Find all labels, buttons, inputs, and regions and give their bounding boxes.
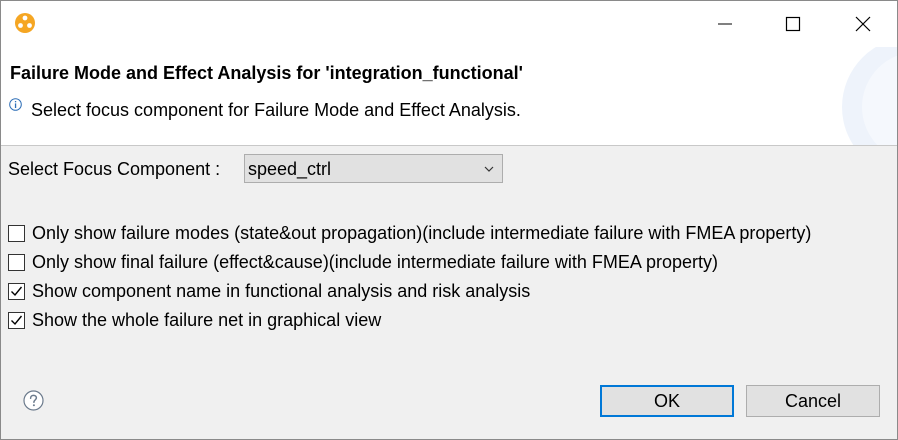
title-bar: [1, 1, 897, 47]
maximize-button[interactable]: [759, 1, 827, 47]
option-whole-failure-net[interactable]: Show the whole failure net in graphical …: [8, 309, 381, 331]
option-failure-modes[interactable]: Only show failure modes (state&out propa…: [8, 222, 811, 244]
header-decoration: [842, 47, 897, 145]
option-component-name-label: Show component name in functional analys…: [32, 280, 531, 301]
minimize-button[interactable]: [691, 1, 759, 47]
close-icon: [855, 16, 871, 32]
option-component-name[interactable]: Show component name in functional analys…: [8, 280, 530, 302]
close-button[interactable]: [829, 1, 897, 47]
focus-component-value: speed_ctrl: [248, 159, 332, 179]
help-icon[interactable]: [23, 390, 44, 411]
option-whole-failure-net-checkbox[interactable]: [8, 311, 25, 329]
ok-button[interactable]: OK: [600, 385, 734, 417]
focus-component-label: Select Focus Component :: [8, 159, 221, 179]
maximize-icon: [785, 16, 801, 32]
header-separator: [1, 145, 897, 146]
checkmark-icon: [11, 286, 23, 296]
option-whole-failure-net-label: Show the whole failure net in graphical …: [32, 309, 382, 330]
option-final-failure-checkbox[interactable]: [8, 253, 25, 271]
minimize-icon: [718, 23, 732, 25]
focus-component-select[interactable]: speed_ctrl: [244, 154, 503, 183]
checkmark-icon: [11, 315, 23, 325]
dialog-header: Failure Mode and Effect Analysis for 'in…: [1, 47, 897, 145]
dialog-title: Failure Mode and Effect Analysis for 'in…: [10, 63, 523, 83]
info-icon: [9, 98, 22, 111]
cancel-button[interactable]: Cancel: [746, 385, 880, 417]
option-component-name-checkbox[interactable]: [8, 282, 25, 300]
option-failure-modes-label: Only show failure modes (state&out propa…: [32, 222, 812, 243]
option-final-failure-label: Only show final failure (effect&cause)(i…: [32, 251, 718, 272]
dialog-message: Select focus component for Failure Mode …: [31, 100, 521, 120]
app-logo-icon: [15, 13, 35, 33]
chevron-down-icon: [484, 166, 494, 172]
option-final-failure[interactable]: Only show final failure (effect&cause)(i…: [8, 251, 718, 273]
fmea-dialog: Failure Mode and Effect Analysis for 'in…: [0, 0, 898, 440]
option-failure-modes-checkbox[interactable]: [8, 224, 25, 242]
